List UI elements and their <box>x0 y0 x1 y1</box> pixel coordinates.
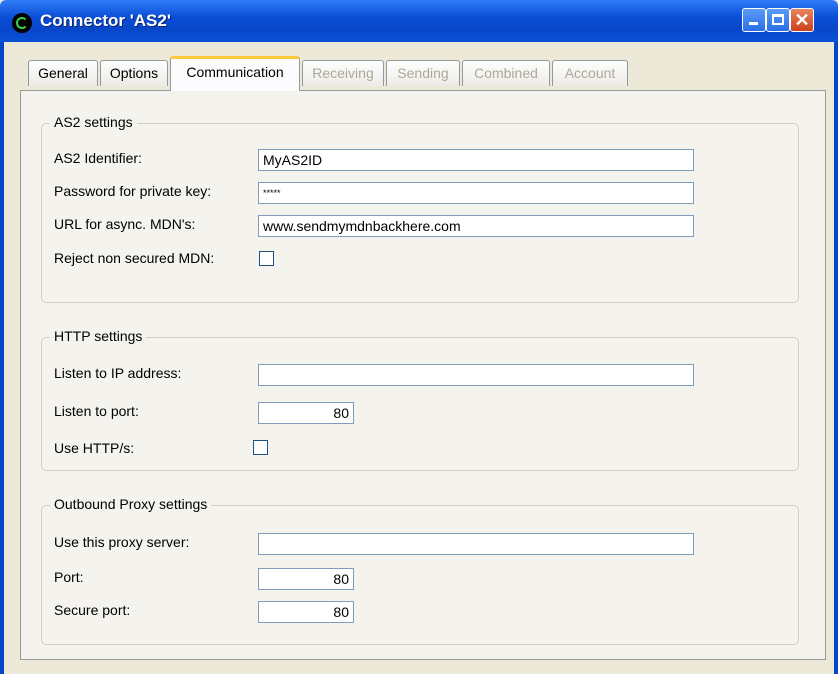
http-settings-legend: HTTP settings <box>50 328 147 344</box>
password-label: Password for private key: <box>54 183 212 199</box>
dialog-window: Connector 'AS2' ✕ General Options Commun… <box>0 0 838 674</box>
use-https-label: Use HTTP/s: <box>54 440 135 456</box>
as2-settings-legend: AS2 settings <box>50 114 137 130</box>
use-https-checkbox[interactable] <box>253 440 268 455</box>
http-settings-group: HTTP settings Listen to IP address: List… <box>41 328 799 471</box>
minimize-icon <box>749 22 758 25</box>
window-frame-left <box>0 42 4 674</box>
listen-port-input[interactable] <box>258 402 354 424</box>
tab-communication[interactable]: Communication <box>170 56 300 91</box>
tab-combined: Combined <box>462 60 550 86</box>
proxy-server-input[interactable] <box>258 533 694 555</box>
tab-account: Account <box>552 60 628 86</box>
minimize-button[interactable] <box>742 8 766 32</box>
proxy-port-label: Port: <box>54 569 84 585</box>
window-frame-right <box>834 42 838 674</box>
mdn-url-input[interactable] <box>258 215 694 237</box>
tab-options[interactable]: Options <box>100 60 168 86</box>
reject-mdn-label: Reject non secured MDN: <box>54 250 215 266</box>
app-icon[interactable] <box>12 13 32 33</box>
secure-port-label: Secure port: <box>54 602 131 618</box>
tab-general[interactable]: General <box>28 60 98 86</box>
as2-identifier-label: AS2 Identifier: <box>54 150 142 166</box>
maximize-button[interactable] <box>766 8 790 32</box>
communication-panel: AS2 settings AS2 Identifier: Password fo… <box>20 90 826 660</box>
close-icon: ✕ <box>794 10 810 30</box>
tab-sending: Sending <box>386 60 460 86</box>
window-title: Connector 'AS2' <box>40 11 171 30</box>
secure-port-input[interactable] <box>258 601 354 623</box>
listen-port-label: Listen to port: <box>54 403 139 419</box>
mdn-url-label: URL for async. MDN's: <box>54 216 196 232</box>
listen-ip-input[interactable] <box>258 364 694 386</box>
proxy-settings-legend: Outbound Proxy settings <box>50 496 212 512</box>
title-bar[interactable]: Connector 'AS2' ✕ <box>0 0 838 42</box>
reject-mdn-checkbox[interactable] <box>259 251 274 266</box>
proxy-server-label: Use this proxy server: <box>54 534 190 550</box>
proxy-port-input[interactable] <box>258 568 354 590</box>
close-button[interactable]: ✕ <box>790 8 814 32</box>
dialog-bottom-edge <box>4 662 834 674</box>
listen-ip-label: Listen to IP address: <box>54 365 182 381</box>
as2-settings-group: AS2 settings AS2 Identifier: Password fo… <box>41 114 799 303</box>
password-input[interactable] <box>258 182 694 204</box>
as2-identifier-input[interactable] <box>258 149 694 171</box>
maximize-icon <box>772 14 784 25</box>
proxy-settings-group: Outbound Proxy settings Use this proxy s… <box>41 496 799 645</box>
tab-receiving: Receiving <box>302 60 384 86</box>
